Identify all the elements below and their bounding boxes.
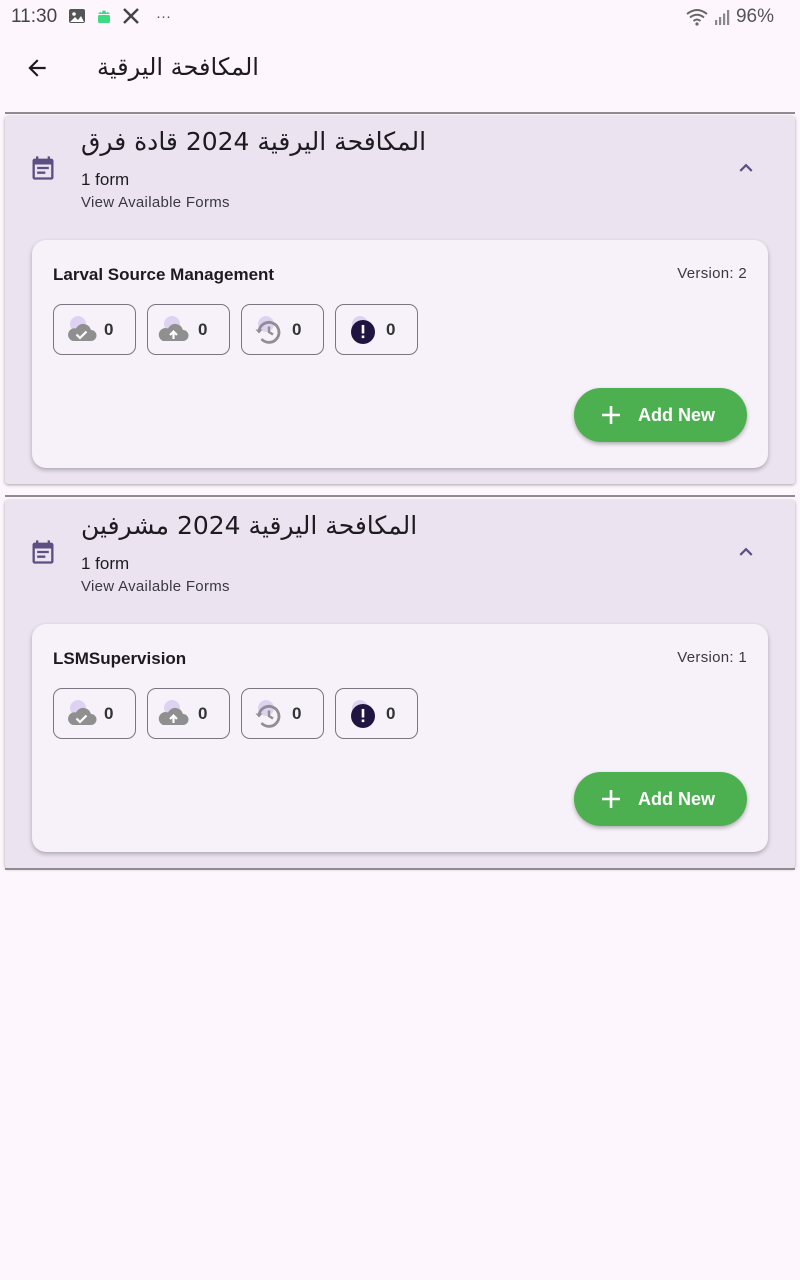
error-icon <box>351 699 375 728</box>
group-subtitle: View Available Forms <box>81 578 230 595</box>
app-bar: المكافحة اليرقية <box>0 34 800 112</box>
wifi-icon <box>686 9 708 26</box>
add-new-button[interactable]: Add New <box>574 388 747 442</box>
calendar-icon <box>32 540 54 564</box>
form-group-panel: المكافحة اليرقية 2024 مشرفين 1 form View… <box>5 500 795 868</box>
synced-counter[interactable]: 0 <box>53 688 136 739</box>
error-icon <box>351 315 375 344</box>
form-group-panel: المكافحة اليرقية 2024 قادة فرق 1 form Vi… <box>5 116 795 484</box>
plus-icon <box>602 406 620 424</box>
pending-upload-counter[interactable]: 0 <box>147 688 230 739</box>
cloud-done-icon <box>68 699 97 725</box>
synced-counter[interactable]: 0 <box>53 304 136 355</box>
synced-count: 0 <box>104 319 114 339</box>
form-name: LSMSupervision <box>53 649 187 668</box>
drafts-counter[interactable]: 0 <box>241 688 324 739</box>
errors-counter[interactable]: 0 <box>335 304 418 355</box>
cloud-upload-icon <box>158 315 189 341</box>
add-new-label: Add New <box>638 404 716 425</box>
form-name: Larval Source Management <box>53 265 275 284</box>
group-form-count: 1 form <box>81 170 130 189</box>
chevron-up-icon[interactable] <box>733 539 759 565</box>
calendar-icon <box>32 156 54 180</box>
group-form-count: 1 form <box>81 554 130 573</box>
add-new-label: Add New <box>638 788 716 809</box>
drafts-count: 0 <box>292 703 302 723</box>
form-version: Version: 2 <box>677 265 747 282</box>
form-counters: 0 0 0 0 <box>53 688 418 739</box>
group-divider <box>5 495 795 497</box>
pending-upload-count: 0 <box>198 319 208 339</box>
back-button[interactable] <box>17 48 57 88</box>
form-counters: 0 0 0 0 <box>53 304 418 355</box>
group-subtitle: View Available Forms <box>81 194 230 211</box>
errors-count: 0 <box>386 319 396 339</box>
history-icon <box>255 699 281 728</box>
synced-count: 0 <box>104 703 114 723</box>
signal-icon <box>714 10 730 25</box>
status-time: 11:30 <box>11 6 58 27</box>
pending-upload-count: 0 <box>198 703 208 723</box>
page-title: المكافحة اليرقية <box>97 53 259 81</box>
x-logo-icon <box>123 8 139 24</box>
chevron-up-icon[interactable] <box>733 155 759 181</box>
form-version: Version: 1 <box>677 649 747 666</box>
drafts-counter[interactable]: 0 <box>241 304 324 355</box>
arrow-back-icon <box>28 59 46 77</box>
image-icon <box>69 9 85 23</box>
group-divider <box>5 868 795 870</box>
plus-icon <box>602 790 620 808</box>
group-title: المكافحة اليرقية 2024 مشرفين <box>81 511 418 540</box>
add-new-button[interactable]: Add New <box>574 772 747 826</box>
status-bar: 11:30 ··· 96% <box>0 0 800 34</box>
pending-upload-counter[interactable]: 0 <box>147 304 230 355</box>
form-card[interactable]: Larval Source Management Version: 2 0 0 … <box>32 240 768 468</box>
more-dots-icon: ··· <box>156 7 171 25</box>
errors-counter[interactable]: 0 <box>335 688 418 739</box>
battery-level: 96% <box>735 6 774 27</box>
android-icon <box>98 10 110 23</box>
app-bar-divider <box>5 112 795 114</box>
history-icon <box>255 315 281 344</box>
cloud-upload-icon <box>158 699 189 725</box>
errors-count: 0 <box>386 703 396 723</box>
form-card[interactable]: LSMSupervision Version: 1 0 0 0 0 Add Ne… <box>32 624 768 852</box>
group-title: المكافحة اليرقية 2024 قادة فرق <box>81 127 427 156</box>
drafts-count: 0 <box>292 319 302 339</box>
cloud-done-icon <box>68 315 97 341</box>
